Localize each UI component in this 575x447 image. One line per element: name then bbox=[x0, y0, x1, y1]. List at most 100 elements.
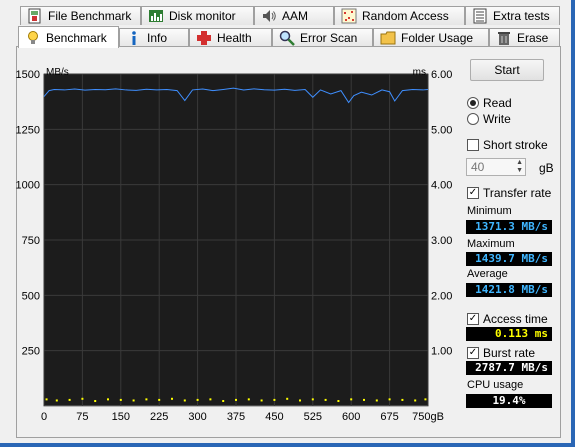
y-tick-label: 1000 bbox=[16, 180, 40, 192]
access-time-point bbox=[414, 399, 417, 402]
access-time-point bbox=[273, 398, 276, 401]
access-time-point bbox=[375, 399, 378, 402]
short-stroke-checkbox[interactable] bbox=[467, 139, 479, 151]
y2-tick-label: 6.00 bbox=[431, 69, 452, 81]
burst-rate-value: 2787.7 MB/s bbox=[466, 361, 552, 375]
burst-rate-checkbox[interactable]: ✓ bbox=[467, 347, 479, 359]
access-time-point bbox=[235, 398, 237, 401]
average-value: 1421.8 MB/s bbox=[466, 283, 552, 297]
tab-health[interactable]: Health bbox=[189, 28, 272, 47]
tab-aam[interactable]: AAM bbox=[254, 6, 334, 25]
burst-rate-option[interactable]: ✓ Burst rate bbox=[467, 346, 535, 360]
access-time-point bbox=[350, 398, 353, 401]
window-border bbox=[0, 443, 575, 447]
tab-label: Error Scan bbox=[300, 31, 358, 45]
magnifier-icon bbox=[279, 30, 295, 46]
tab-label: Extra tests bbox=[493, 9, 550, 23]
tab-label: Folder Usage bbox=[401, 31, 474, 45]
health-cross-icon bbox=[197, 31, 211, 45]
read-radio[interactable] bbox=[467, 97, 479, 109]
x-tick-label: 150 bbox=[112, 411, 130, 423]
transfer-rate-label: Transfer rate bbox=[483, 186, 552, 200]
average-label: Average bbox=[467, 268, 508, 280]
short-stroke-stepper[interactable]: 40 ▲ ▼ bbox=[466, 158, 526, 176]
x-tick-label: 75 bbox=[76, 411, 88, 423]
access-time-point bbox=[222, 400, 225, 403]
access-time-point bbox=[55, 399, 58, 402]
access-time-point bbox=[311, 398, 314, 401]
write-radio[interactable] bbox=[467, 113, 479, 125]
speaker-icon bbox=[263, 10, 276, 22]
extra-tests-icon bbox=[473, 8, 487, 24]
x-tick-label: 300 bbox=[188, 411, 206, 423]
x-tick-label: 675 bbox=[380, 411, 398, 423]
tab-label: Info bbox=[147, 31, 168, 45]
y2-axis-unit: ms bbox=[413, 67, 426, 78]
lightbulb-icon bbox=[28, 30, 38, 44]
write-option[interactable]: Write bbox=[467, 112, 511, 126]
access-time-point bbox=[119, 398, 122, 401]
maximum-label: Maximum bbox=[467, 238, 515, 250]
access-time-point bbox=[196, 398, 199, 401]
tab-folder-usage[interactable]: Folder Usage bbox=[373, 28, 489, 47]
disk-monitor-icon bbox=[149, 10, 163, 22]
tab-file-benchmark[interactable]: File Benchmark bbox=[20, 6, 141, 25]
access-time-point bbox=[401, 398, 404, 401]
access-time-point bbox=[247, 398, 250, 401]
tab-info[interactable]: Info bbox=[119, 28, 189, 47]
tab-label: File Benchmark bbox=[48, 9, 132, 23]
read-label: Read bbox=[483, 96, 512, 110]
access-time-point bbox=[209, 398, 212, 401]
tab-error-scan[interactable]: Error Scan bbox=[272, 28, 373, 47]
tab-benchmark[interactable]: Benchmark bbox=[18, 26, 119, 48]
access-time-option[interactable]: ✓ Access time bbox=[467, 312, 548, 326]
transfer-rate-option[interactable]: ✓ Transfer rate bbox=[467, 186, 551, 200]
trash-icon bbox=[498, 32, 510, 45]
access-time-point bbox=[324, 398, 327, 401]
y2-tick-label: 3.00 bbox=[431, 235, 452, 247]
info-icon bbox=[132, 31, 136, 45]
start-button-label: Start bbox=[494, 63, 520, 77]
y2-tick-label: 4.00 bbox=[431, 180, 452, 192]
access-time-point bbox=[171, 397, 173, 400]
start-button[interactable]: Start bbox=[470, 59, 544, 81]
access-time-point bbox=[158, 398, 161, 401]
y-tick-label: 500 bbox=[22, 290, 40, 302]
tab-label: Health bbox=[217, 31, 252, 45]
x-tick-label: 750gB bbox=[412, 411, 444, 423]
access-time-point bbox=[424, 398, 427, 401]
access-time-point bbox=[299, 399, 301, 402]
access-time-point bbox=[132, 399, 135, 402]
tab-disk-monitor[interactable]: Disk monitor bbox=[141, 6, 254, 25]
x-tick-label: 525 bbox=[304, 411, 322, 423]
y2-tick-label: 2.00 bbox=[431, 290, 452, 302]
stepper-arrows-icon[interactable]: ▲ ▼ bbox=[516, 159, 523, 175]
y2-tick-label: 1.00 bbox=[431, 346, 452, 358]
access-time-point bbox=[45, 398, 48, 401]
folder-icon bbox=[380, 31, 396, 45]
short-stroke-option[interactable]: Short stroke bbox=[467, 138, 548, 152]
access-time-point bbox=[68, 398, 71, 401]
access-time-point bbox=[183, 399, 186, 402]
tab-random-access[interactable]: Random Access bbox=[334, 6, 465, 25]
maximum-value: 1439.7 MB/s bbox=[466, 252, 552, 266]
y-tick-label: 1250 bbox=[16, 124, 40, 136]
x-tick-label: 450 bbox=[265, 411, 283, 423]
access-time-point bbox=[337, 400, 340, 403]
access-time-point bbox=[81, 397, 84, 400]
y2-tick-label: 5.00 bbox=[431, 124, 452, 136]
cpu-usage-value: 19.4% bbox=[466, 394, 552, 408]
random-access-icon bbox=[341, 8, 357, 24]
transfer-rate-checkbox[interactable]: ✓ bbox=[467, 187, 479, 199]
x-tick-label: 375 bbox=[227, 411, 245, 423]
access-time-checkbox[interactable]: ✓ bbox=[467, 313, 479, 325]
window-border bbox=[571, 0, 575, 447]
read-option[interactable]: Read bbox=[467, 96, 512, 110]
tab-extra-tests[interactable]: Extra tests bbox=[465, 6, 560, 25]
y-axis-unit: MB/s bbox=[46, 67, 69, 78]
tab-label: Erase bbox=[517, 31, 549, 45]
tab-label: Disk monitor bbox=[169, 9, 236, 23]
tab-erase[interactable]: Erase bbox=[489, 28, 560, 47]
access-time-point bbox=[107, 398, 109, 401]
access-time-point bbox=[145, 398, 148, 401]
